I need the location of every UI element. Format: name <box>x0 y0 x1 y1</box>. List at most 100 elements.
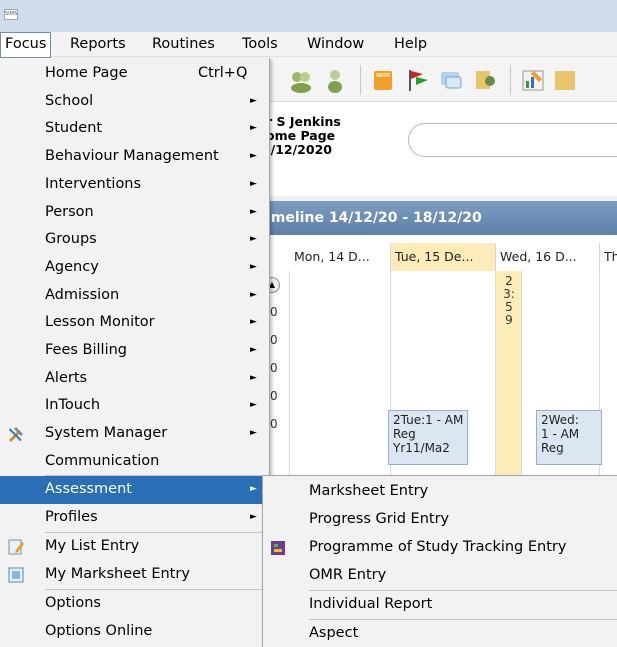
submenu-arrow-icon: ► <box>250 123 257 134</box>
menu-routines[interactable]: Routines <box>148 32 219 57</box>
menu-item-lesson-monitor[interactable]: Lesson Monitor ► <box>0 309 270 337</box>
menu-item-my-marksheet-entry[interactable]: My Marksheet Entry <box>0 561 270 589</box>
submenu-arrow-icon: ► <box>250 512 257 522</box>
menu-item-label: Agency <box>45 258 99 275</box>
toolbar <box>260 57 617 101</box>
submenu-item-label: OMR Entry <box>309 567 387 583</box>
tools-icon <box>9 427 23 443</box>
menu-item-options[interactable]: Options <box>0 590 270 618</box>
menu-item-label: Assessment <box>45 481 132 497</box>
search-input[interactable] <box>408 123 617 157</box>
menu-item-behaviour-management[interactable]: Behaviour Management ► <box>0 143 270 171</box>
submenu-arrow-icon: ► <box>250 95 257 106</box>
submenu-arrow-icon: ► <box>250 400 257 411</box>
menu-item-label: My List Entry <box>45 538 140 554</box>
hour-label: 0 <box>270 361 278 375</box>
hour-label: 0 <box>270 333 278 347</box>
menu-item-profiles[interactable]: Profiles ► <box>0 504 270 532</box>
menu-item-person[interactable]: Person ► <box>0 199 270 227</box>
submenu-item-label: Marksheet Entry <box>309 483 429 499</box>
menu-item-groups[interactable]: Groups ► <box>0 226 270 254</box>
edit-list-icon <box>8 539 24 555</box>
hour-label: 0 <box>270 389 278 403</box>
menu-item-shortcut: Ctrl+Q <box>198 65 248 81</box>
focus-dropdown-menu: Home Page Ctrl+Q School ► Student ► Beha… <box>0 58 270 647</box>
menu-item-label: Home Page <box>45 65 128 81</box>
menu-item-admission[interactable]: Admission ► <box>0 282 270 310</box>
menu-item-label: InTouch <box>45 397 101 414</box>
menu-bar: Focus Reports Routines Tools Window Help <box>0 32 617 58</box>
event-tue-am-reg[interactable]: 2Tue:1 - AM Reg Yr11/Ma2 <box>388 410 468 465</box>
submenu-item-omr-entry[interactable]: OMR Entry <box>263 562 617 590</box>
submenu-arrow-icon: ► <box>250 345 257 355</box>
submenu-arrow-icon: ► <box>250 234 257 245</box>
menu-item-school[interactable]: School ► <box>0 88 270 116</box>
time-indicator: 2 3: 5 9 <box>503 274 515 327</box>
current-date: I/12/2020 <box>266 142 332 157</box>
toolbar-separator <box>510 65 511 95</box>
edit-chart-icon[interactable] <box>520 67 546 93</box>
menu-item-label: System Manager <box>45 425 168 442</box>
submenu-arrow-icon: ► <box>250 289 257 300</box>
column-header-thu[interactable]: Th <box>600 243 617 271</box>
column-header-wed[interactable]: Wed, 16 D... <box>496 243 600 271</box>
menu-item-interventions[interactable]: Interventions ► <box>0 171 270 199</box>
menu-item-label: Fees Billing <box>45 342 128 358</box>
title-bar: SIMS <box>0 0 617 32</box>
user-info-panel: r S Jenkins ome Page I/12/2020 <box>260 101 617 196</box>
book-icon[interactable] <box>370 67 396 93</box>
submenu-item-marksheet-entry[interactable]: Marksheet Entry <box>263 478 617 506</box>
group-people-icon[interactable] <box>288 67 314 93</box>
menu-item-options-online[interactable]: Options Online <box>0 618 270 646</box>
marksheet-icon <box>8 567 24 583</box>
submenu-item-label: Programme of Study Tracking Entry <box>309 539 567 555</box>
messages-icon[interactable] <box>438 67 464 93</box>
menu-item-label: Interventions <box>45 175 142 192</box>
assessment-submenu: Marksheet Entry Progress Grid Entry Prog… <box>262 475 617 647</box>
submenu-arrow-icon: ► <box>250 484 257 494</box>
menu-item-label: Alerts <box>45 369 88 386</box>
menu-item-assessment[interactable]: Assessment ► <box>0 476 270 504</box>
edit-report-icon[interactable] <box>552 67 578 93</box>
menu-item-system-manager[interactable]: System Manager ► <box>0 420 270 448</box>
submenu-item-individual-report[interactable]: Individual Report <box>263 591 617 619</box>
menu-item-communication[interactable]: Communication <box>0 448 270 476</box>
submenu-arrow-icon: ► <box>250 206 257 217</box>
column-header-mon[interactable]: Mon, 14 D... <box>290 243 391 271</box>
submenu-item-label: Progress Grid Entry <box>309 511 450 527</box>
page-title: ome Page <box>266 128 336 143</box>
submenu-item-progress-grid-entry[interactable]: Progress Grid Entry <box>263 506 617 534</box>
menu-tools[interactable]: Tools <box>238 32 282 57</box>
submenu-arrow-icon: ► <box>250 261 257 272</box>
menu-item-label: Behaviour Management <box>45 148 219 165</box>
menu-item-student[interactable]: Student ► <box>0 115 270 143</box>
menu-reports[interactable]: Reports <box>66 32 130 57</box>
event-wed-am-reg[interactable]: 2Wed: 1 - AM Reg <box>536 410 602 465</box>
submenu-item-aspect[interactable]: Aspect <box>263 620 617 647</box>
menu-item-intouch[interactable]: InTouch ► <box>0 392 270 420</box>
submenu-item-label: Aspect <box>309 625 359 641</box>
menu-focus[interactable]: Focus <box>0 32 52 58</box>
submenu-arrow-icon: ► <box>250 428 257 439</box>
menu-item-alerts[interactable]: Alerts ► <box>0 365 270 393</box>
tracking-grid-icon <box>271 541 285 555</box>
flags-icon[interactable] <box>404 67 430 93</box>
submenu-item-programme-of-study-tracking-entry[interactable]: Programme of Study Tracking Entry <box>263 534 617 562</box>
menu-item-my-list-entry[interactable]: My List Entry <box>0 533 270 561</box>
person-icon[interactable] <box>322 67 348 93</box>
menu-item-fees-billing[interactable]: Fees Billing ► <box>0 337 270 365</box>
menu-item-agency[interactable]: Agency ► <box>0 254 270 282</box>
menu-item-label: Options Online <box>45 623 153 639</box>
column-header-tue[interactable]: Tue, 15 De... <box>391 243 496 271</box>
app-logo: SIMS <box>4 9 18 20</box>
menu-item-label: School <box>45 92 94 109</box>
menu-help[interactable]: Help <box>390 32 431 57</box>
menu-item-home-page[interactable]: Home Page Ctrl+Q <box>0 60 270 88</box>
menu-item-label: My Marksheet Entry <box>45 566 190 582</box>
menu-window[interactable]: Window <box>303 32 368 57</box>
menu-item-label: Communication <box>45 452 160 469</box>
document-person-icon[interactable] <box>472 67 498 93</box>
menu-item-label: Admission <box>45 286 120 303</box>
hour-label: 0 <box>270 417 278 431</box>
menu-item-label: Options <box>45 595 101 611</box>
